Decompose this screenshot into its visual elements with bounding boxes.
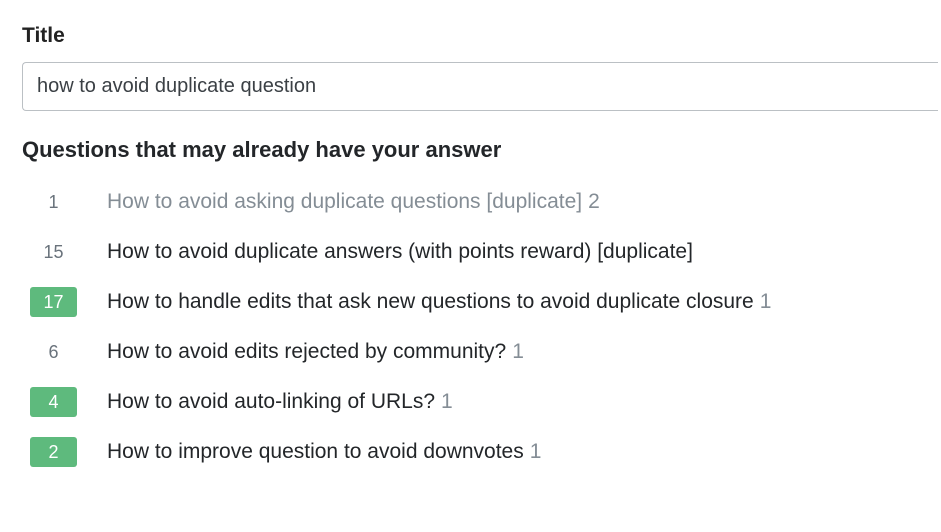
score-badge: 17 — [30, 287, 77, 317]
suggestion-row[interactable]: 2 How to improve question to avoid downvo… — [30, 437, 941, 467]
suggestion-title[interactable]: How to avoid edits rejected by community… — [107, 338, 506, 365]
suggestion-row[interactable]: 17 How to handle edits that ask new quest… — [30, 287, 941, 317]
suggestion-title[interactable]: How to avoid auto-linking of URLs? — [107, 388, 435, 415]
title-input[interactable] — [22, 62, 938, 111]
suggestion-row[interactable]: 15 How to avoid duplicate answers (with p… — [30, 237, 941, 267]
score-badge: 6 — [30, 337, 77, 367]
suggestion-title[interactable]: How to avoid asking duplicate questions … — [107, 188, 582, 215]
answer-count: 1 — [512, 340, 524, 364]
suggestion-row[interactable]: 1 How to avoid asking duplicate questions… — [30, 187, 941, 217]
title-label: Title — [22, 24, 941, 48]
suggestion-title[interactable]: How to improve question to avoid downvot… — [107, 438, 524, 465]
suggestions-header: Questions that may already have your ans… — [22, 137, 941, 163]
score-badge: 1 — [30, 187, 77, 217]
suggestion-title[interactable]: How to handle edits that ask new questio… — [107, 288, 754, 315]
score-badge: 4 — [30, 387, 77, 417]
answer-count: 2 — [588, 190, 600, 214]
suggestion-row[interactable]: 6 How to avoid edits rejected by communit… — [30, 337, 941, 367]
answer-count: 1 — [441, 390, 453, 414]
score-badge: 15 — [30, 237, 77, 267]
suggestion-row[interactable]: 4 How to avoid auto-linking of URLs?1 — [30, 387, 941, 417]
suggestions-list: 1 How to avoid asking duplicate questions… — [22, 187, 941, 467]
answer-count: 1 — [530, 440, 542, 464]
suggestion-title[interactable]: How to avoid duplicate answers (with poi… — [107, 238, 693, 265]
answer-count: 1 — [760, 290, 772, 314]
score-badge: 2 — [30, 437, 77, 467]
